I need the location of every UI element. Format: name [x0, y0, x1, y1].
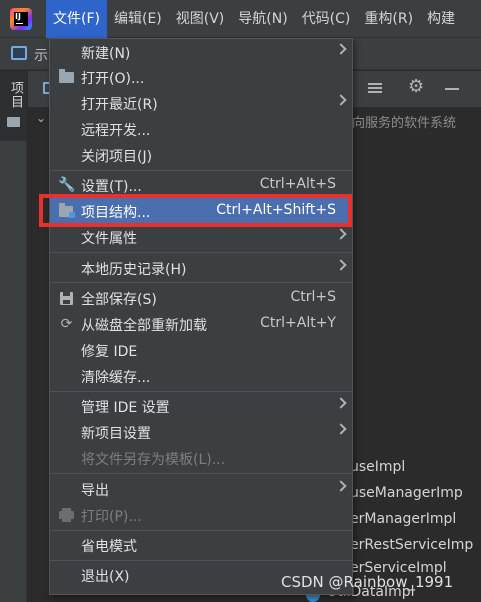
folder-icon: [7, 117, 20, 127]
menu-item-open-recent[interactable]: 打开最近(R): [50, 90, 352, 116]
folder-open-icon: [58, 69, 75, 85]
project-window-icon[interactable]: [11, 46, 27, 60]
menu-item-save-all[interactable]: 全部保存(S) Ctrl+S: [50, 285, 352, 311]
chevron-right-icon: [335, 228, 347, 240]
menu-build[interactable]: 构建: [420, 0, 462, 38]
highlight-box: [39, 194, 352, 227]
menu-separator: [50, 391, 352, 392]
menu-separator: [50, 473, 352, 474]
menu-separator: [50, 170, 352, 171]
chevron-right-icon: [335, 43, 347, 55]
menu-item-invalidate-caches[interactable]: 清除缓存...: [50, 363, 352, 389]
hide-panel-icon[interactable]: [445, 88, 459, 90]
project-description: 向服务的软件系统: [352, 116, 457, 131]
project-tool-label: 项目: [8, 81, 23, 109]
menu-edit[interactable]: 编辑(E): [107, 0, 169, 38]
project-tool-tab[interactable]: 项目: [0, 71, 27, 141]
watermark-text: CSDN @Rainbow_1991: [281, 573, 454, 591]
tree-item[interactable]: useImpl: [350, 459, 405, 475]
menu-item-print[interactable]: 打印(P)...: [50, 502, 352, 528]
chevron-right-icon: [335, 423, 347, 435]
menu-item-export[interactable]: 导出: [50, 476, 352, 502]
menu-bar: IJ 文件(F) 编辑(E) 视图(V) 导航(N) 代码(C) 重构(R) 构…: [0, 0, 481, 38]
save-icon: [58, 290, 75, 306]
app-logo-icon[interactable]: IJ: [10, 7, 32, 30]
menu-item-close-project[interactable]: 关闭项目(J): [50, 142, 352, 168]
tree-item[interactable]: erManagerImpl: [350, 511, 456, 527]
menu-file[interactable]: 文件(F): [46, 0, 107, 38]
menu-item-power-save[interactable]: 省电模式: [50, 532, 352, 558]
menu-item-manage-ide-settings[interactable]: 管理 IDE 设置: [50, 393, 352, 419]
wrench-icon: 🔧: [58, 177, 76, 193]
menu-item-local-history[interactable]: 本地历史记录(H): [50, 255, 352, 281]
tree-item[interactable]: erRestServiceImp: [350, 537, 473, 553]
chevron-down-icon[interactable]: ⌄: [36, 111, 46, 125]
menu-item-file-properties[interactable]: 文件属性: [50, 224, 352, 250]
menu-navigate[interactable]: 导航(N): [231, 0, 294, 38]
menu-refactor[interactable]: 重构(R): [357, 0, 420, 38]
menu-item-repair-ide[interactable]: 修复 IDE: [50, 337, 352, 363]
menu-item-open[interactable]: 打开(O)...: [50, 64, 352, 90]
menu-code[interactable]: 代码(C): [295, 0, 358, 38]
left-tool-strip: 项目: [0, 71, 27, 602]
chevron-right-icon: [335, 397, 347, 409]
reload-icon: ⟳: [60, 316, 73, 332]
menu-item-reload-all[interactable]: ⟳ 从磁盘全部重新加载 Ctrl+Alt+Y: [50, 311, 352, 337]
menu-item-new[interactable]: 新建(N): [50, 39, 352, 65]
menu-item-remote-dev[interactable]: 远程开发...: [50, 116, 352, 142]
menu-item-new-project-settings[interactable]: 新项目设置: [50, 419, 352, 445]
menu-separator: [50, 560, 352, 561]
menu-separator: [50, 530, 352, 531]
menu-separator: [50, 282, 352, 283]
project-name: 示: [34, 48, 48, 64]
collapse-all-icon[interactable]: [368, 83, 382, 93]
menu-separator: [50, 252, 352, 253]
file-menu-dropdown: 新建(N) 打开(O)... 打开最近(R) 远程开发... 关闭项目(J) 🔧…: [49, 38, 353, 595]
tree-item[interactable]: useManagerImp: [350, 485, 463, 501]
menu-item-save-as-template[interactable]: 将文件另存为模板(L)...: [50, 445, 352, 471]
chevron-right-icon: [335, 480, 347, 492]
print-icon: [58, 507, 75, 523]
chevron-right-icon: [335, 259, 347, 271]
gear-icon[interactable]: ⚙: [408, 76, 424, 97]
menu-view[interactable]: 视图(V): [169, 0, 232, 38]
chevron-right-icon: [335, 94, 347, 106]
